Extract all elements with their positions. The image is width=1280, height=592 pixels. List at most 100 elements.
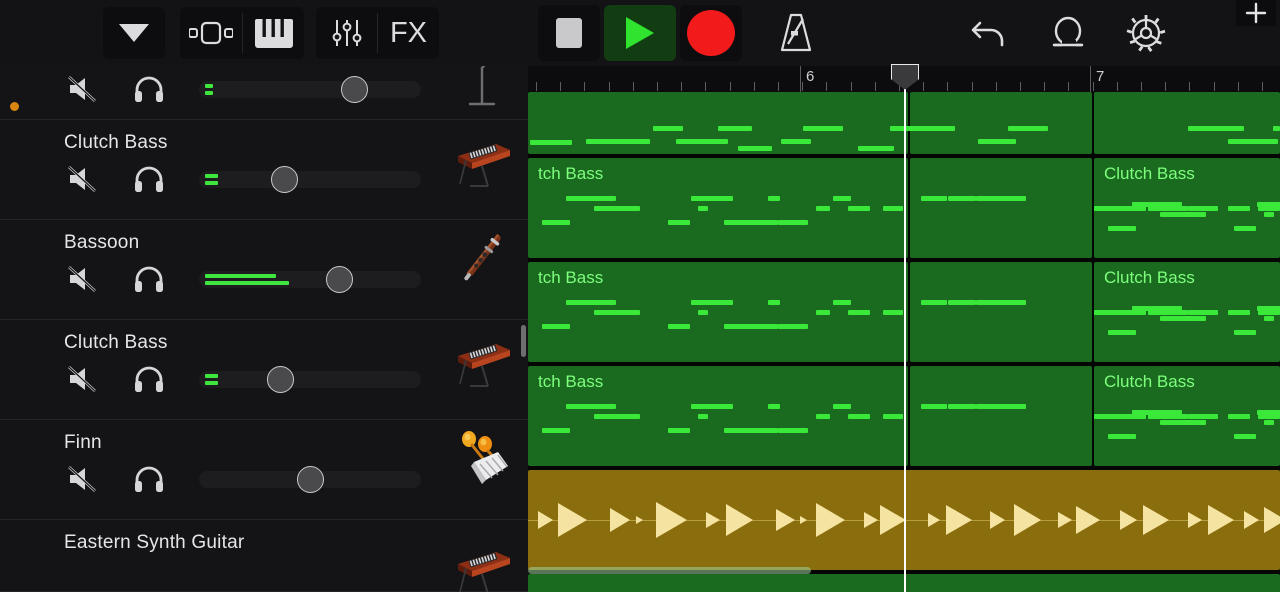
midi-note — [778, 324, 808, 329]
solo-headphones-button[interactable] — [131, 262, 167, 296]
ruler-tick — [923, 82, 925, 91]
solo-headphones-button[interactable] — [131, 162, 167, 196]
volume-slider[interactable] — [199, 72, 421, 106]
record-enable-dot[interactable] — [10, 102, 19, 111]
region[interactable] — [910, 262, 1092, 362]
region-label: tch Bass — [538, 372, 604, 391]
waveform-peak — [1058, 512, 1072, 528]
mixer-button[interactable] — [316, 7, 377, 59]
add-track-button[interactable] — [1236, 0, 1276, 26]
stop-icon — [556, 18, 582, 48]
track-header[interactable]: Clutch Bass — [0, 320, 528, 420]
instrument-icon-button[interactable] — [452, 226, 514, 288]
volume-knob[interactable] — [267, 366, 295, 393]
solo-headphones-button[interactable] — [131, 462, 167, 496]
ruler-tick — [850, 82, 852, 91]
loops-view-icon — [189, 21, 233, 45]
midi-note — [848, 310, 870, 315]
play-button[interactable] — [604, 5, 676, 61]
ruler-tick — [632, 82, 634, 91]
loops-view-button[interactable] — [180, 7, 242, 59]
midi-note — [1132, 202, 1182, 207]
instrument-icon-button[interactable] — [452, 66, 514, 110]
region-label: Clutch Bass — [1104, 268, 1195, 287]
waveform-peak — [928, 513, 940, 527]
playhead-line[interactable] — [904, 86, 906, 592]
track-header[interactable]: Eastern Synth Guitar — [0, 520, 528, 592]
waveform-peak — [1076, 506, 1100, 534]
record-button[interactable] — [680, 5, 742, 61]
stop-button[interactable] — [538, 5, 600, 61]
track-header[interactable]: Finn — [0, 420, 528, 520]
dropdown-chevron-button[interactable] — [103, 7, 165, 59]
keyboard-view-button[interactable] — [243, 7, 304, 59]
region[interactable] — [910, 366, 1092, 466]
region[interactable] — [910, 158, 1092, 258]
mute-button[interactable] — [64, 162, 100, 196]
volume-knob[interactable] — [341, 76, 369, 103]
volume-slider[interactable] — [199, 462, 421, 496]
headphones-icon — [135, 166, 163, 192]
mute-button[interactable] — [64, 262, 100, 296]
mute-icon — [68, 366, 96, 392]
track-controls — [64, 72, 421, 106]
undo-button[interactable] — [960, 8, 1016, 58]
midi-note — [1228, 310, 1250, 315]
ruler-tick — [1092, 82, 1094, 91]
mute-button[interactable] — [64, 462, 100, 496]
ruler-tick — [874, 82, 876, 91]
midi-note — [698, 414, 708, 419]
midi-note — [917, 126, 955, 131]
midi-note — [883, 206, 903, 211]
headphones-icon — [135, 466, 163, 492]
track-name-label: Clutch Bass — [64, 132, 168, 153]
level-meter-right — [205, 181, 218, 185]
play-icon — [626, 17, 654, 49]
mute-button[interactable] — [64, 362, 100, 396]
volume-slider[interactable] — [199, 162, 421, 196]
mute-icon — [68, 166, 96, 192]
waveform-peak — [816, 503, 845, 537]
track-name-label: Eastern Synth Guitar — [64, 532, 245, 553]
volume-knob[interactable] — [271, 166, 299, 193]
region[interactable] — [528, 92, 908, 154]
vertical-scrollbar[interactable] — [521, 325, 526, 357]
plus-icon — [1245, 2, 1267, 24]
headphones-icon — [135, 76, 163, 102]
ruler-tick — [1044, 82, 1046, 91]
midi-note — [608, 310, 640, 315]
mute-button[interactable] — [64, 72, 100, 106]
midi-note — [1269, 202, 1280, 207]
track-header[interactable]: Bassoon — [0, 220, 528, 320]
instrument-icon-button[interactable] — [452, 126, 514, 188]
track-header[interactable] — [0, 66, 528, 120]
level-meter-left — [205, 84, 214, 88]
midi-note — [530, 140, 572, 145]
piano-keyboard-icon — [254, 19, 293, 48]
fx-button[interactable]: FX — [378, 7, 439, 59]
metronome-button[interactable] — [768, 8, 824, 58]
track-header[interactable]: Clutch Bass — [0, 120, 528, 220]
instrument-icon-button[interactable] — [452, 426, 514, 488]
volume-knob[interactable] — [296, 466, 324, 493]
settings-button[interactable] — [1118, 6, 1174, 60]
waveform-peak — [864, 512, 878, 528]
cycle-loop-button[interactable] — [1040, 8, 1096, 58]
volume-knob[interactable] — [325, 266, 353, 293]
volume-slider[interactable] — [199, 362, 421, 396]
instrument-icon-button[interactable] — [452, 534, 514, 592]
synth-keyboard-icon — [458, 144, 510, 187]
solo-headphones-button[interactable] — [131, 72, 167, 106]
solo-headphones-button[interactable] — [131, 362, 167, 396]
instrument-icon-button[interactable] — [452, 326, 514, 388]
waveform-peak — [776, 509, 795, 531]
volume-slider[interactable] — [199, 262, 421, 296]
ruler-tick — [584, 82, 586, 91]
ruler-tick — [1213, 82, 1215, 91]
midi-note — [1188, 414, 1218, 419]
region[interactable] — [1094, 92, 1280, 154]
horizontal-scrollbar[interactable] — [528, 567, 811, 574]
region[interactable] — [910, 92, 1092, 154]
ruler-tick — [536, 82, 537, 91]
midi-note — [833, 300, 851, 305]
